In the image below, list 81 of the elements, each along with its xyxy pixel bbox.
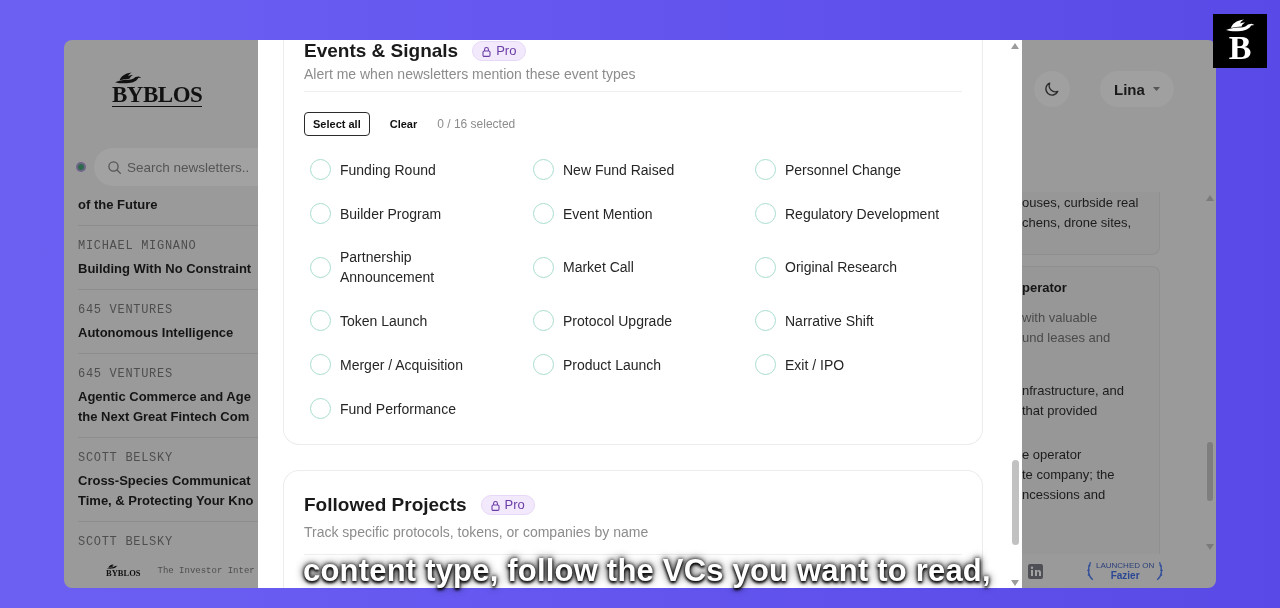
bird-icon [114, 71, 142, 84]
option-label[interactable]: Narrative Shift [785, 310, 874, 331]
option-label[interactable]: Merger / Acquisition [340, 354, 463, 375]
section-title: Events & Signals [304, 40, 459, 62]
author-name: 645 VENTURES [78, 366, 174, 383]
card-text: e operator te company; the ncessions and [1022, 446, 1116, 504]
card-text: ouses, curbside real chens, drone sites, [1022, 194, 1140, 232]
checkbox[interactable] [310, 310, 331, 331]
checkbox[interactable] [533, 256, 554, 278]
option-label[interactable]: Market Call [563, 257, 634, 277]
lock-icon [490, 499, 500, 511]
option-label[interactable]: Personnel Change [785, 159, 901, 180]
search-icon [108, 160, 121, 174]
checkbox[interactable] [755, 203, 776, 224]
option-label[interactable]: Fund Performance [340, 398, 456, 419]
card-text: with valuable und leases and [1022, 309, 1112, 347]
clear-button[interactable]: Clear [389, 118, 418, 130]
option-label[interactable]: Original Research [785, 257, 898, 277]
user-menu-button[interactable]: Lina [1100, 71, 1174, 107]
laurel-icon [1156, 561, 1164, 581]
option-label[interactable]: Protocol Upgrade [563, 310, 672, 331]
lock-icon [482, 45, 492, 57]
option-label[interactable]: Regulatory Development [785, 203, 940, 224]
option-label[interactable]: New Fund Raised [563, 159, 675, 180]
footer-logo[interactable]: BYBLOS [106, 569, 141, 578]
checkbox[interactable] [310, 398, 331, 419]
linkedin-icon[interactable] [1028, 563, 1043, 579]
logo-wordmark[interactable]: BYBLOS [112, 83, 203, 107]
checkbox[interactable] [755, 159, 776, 180]
bird-icon [1225, 18, 1255, 32]
status-dot-icon [76, 162, 86, 172]
theme-toggle-button[interactable] [1034, 71, 1070, 107]
scrollbar-thumb[interactable] [1011, 460, 1019, 545]
option-label[interactable]: Builder Program [340, 203, 442, 224]
checkbox[interactable] [755, 310, 776, 331]
moon-icon [1044, 81, 1060, 97]
author-name: SCOTT BELSKY [78, 450, 174, 467]
section-description: Track specific protocols, tokens, or companies by name [304, 523, 650, 541]
option-label[interactable]: Funding Round [340, 159, 436, 180]
section-description: Alert me when newsletters mention these event types [304, 65, 637, 83]
option-label[interactable]: Partnership Announcement [340, 247, 502, 287]
launch-caption: LAUNCHED ON [1096, 561, 1155, 570]
card-heading: perator [1022, 279, 1068, 297]
checkbox[interactable] [755, 354, 776, 375]
author-name: MICHAEL MIGNANO [78, 238, 198, 255]
logo-letter: B [1228, 31, 1252, 64]
article-title[interactable]: Cross-Species Communicat Time, & Protecting Your Kno [78, 471, 258, 511]
scroll-up-icon[interactable] [1011, 43, 1019, 49]
caret-icon [1152, 87, 1160, 91]
scroll-up-icon[interactable] [1206, 195, 1214, 201]
option-label[interactable]: Exit / IPO [785, 354, 845, 375]
checkbox[interactable] [533, 159, 554, 180]
select-all-button[interactable]: Select all [304, 112, 370, 136]
checkbox[interactable] [533, 354, 554, 375]
option-label[interactable]: Token Launch [340, 310, 428, 331]
scrollbar-thumb[interactable] [1207, 442, 1213, 501]
selection-count: 0 / 16 selected [437, 117, 516, 131]
option-label[interactable]: Event Mention [563, 203, 653, 224]
laurel-icon [1087, 561, 1094, 581]
article-title[interactable]: of the Future [78, 195, 258, 215]
article-title[interactable]: Building With No Constraint [78, 259, 258, 279]
bird-icon [106, 564, 118, 569]
author-name: SCOTT BELSKY [78, 534, 174, 551]
checkbox[interactable] [310, 159, 331, 180]
checkbox[interactable] [310, 256, 331, 278]
author-name: 645 VENTURES [78, 302, 174, 319]
card-text: nfrastructure, and that provided [1022, 382, 1125, 420]
footer-tagline: The Investor Inter [157, 566, 255, 576]
checkbox[interactable] [533, 203, 554, 224]
tier-label: Pro [504, 497, 525, 513]
section-title: Followed Projects [304, 493, 467, 517]
article-title[interactable]: Agentic Commerce and Age the Next Great Fintech Com [78, 387, 258, 427]
checkbox[interactable] [310, 354, 331, 375]
scroll-down-icon[interactable] [1206, 544, 1214, 550]
tier-label: Pro [496, 43, 517, 59]
article-title[interactable]: Autonomous Intelligence [78, 323, 258, 343]
scroll-down-icon[interactable] [1011, 580, 1019, 586]
checkbox[interactable] [533, 310, 554, 331]
option-label[interactable]: Product Launch [563, 354, 662, 375]
checkbox[interactable] [310, 203, 331, 224]
checkbox[interactable] [755, 256, 776, 278]
